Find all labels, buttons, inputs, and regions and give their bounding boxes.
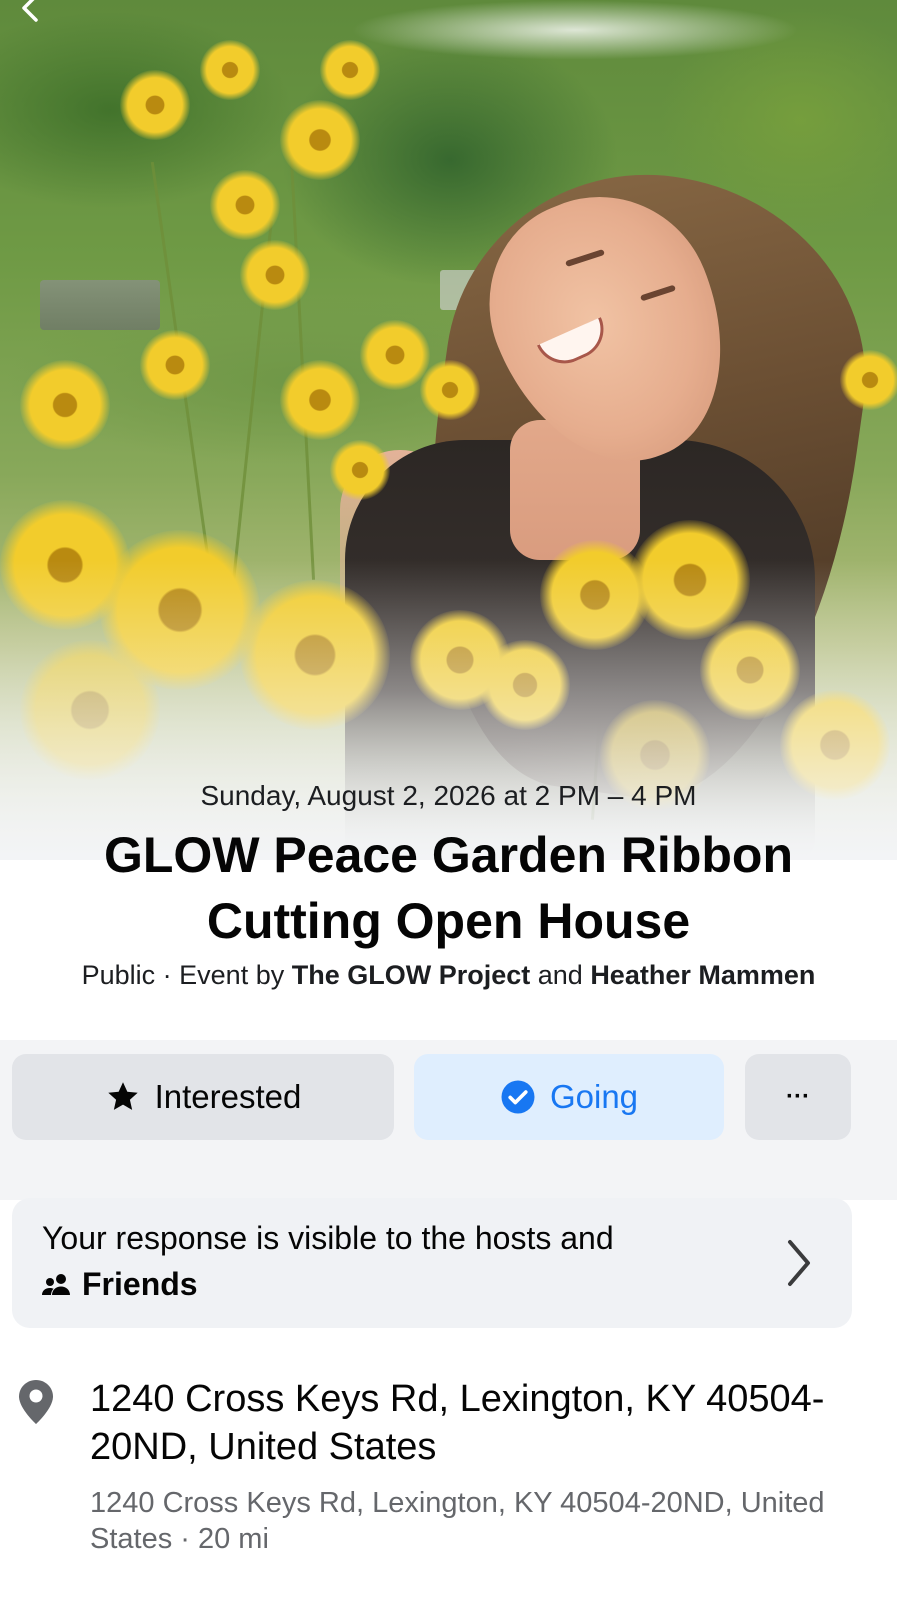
event-privacy: Public <box>81 960 156 990</box>
more-options-button[interactable]: ··· <box>745 1054 851 1140</box>
event-by-label: Event by <box>179 960 292 990</box>
friends-icon <box>42 1273 70 1295</box>
event-header: Sunday, August 2, 2026 at 2 PM – 4 PM GL… <box>0 780 897 991</box>
location-detail: 1240 Cross Keys Rd, Lexington, KY 40504-… <box>90 1487 825 1555</box>
chevron-right-icon <box>788 1240 810 1286</box>
meta-separator: · <box>155 960 180 990</box>
response-visibility-card[interactable]: Your response is visible to the hosts an… <box>12 1198 852 1328</box>
event-meta: Public · Event by The GLOW Project and H… <box>0 960 897 991</box>
cover-photo <box>0 0 897 860</box>
host-link-glow-project[interactable]: The GLOW Project <box>292 960 531 990</box>
event-page: Sunday, August 2, 2026 at 2 PM – 4 PM GL… <box>0 0 897 1599</box>
pin-icon <box>19 1380 53 1424</box>
visibility-audience: Friends <box>42 1266 198 1303</box>
event-title: GLOW Peace Garden Ribbon Cutting Open Ho… <box>104 827 793 949</box>
going-label: Going <box>549 1078 639 1115</box>
going-button[interactable]: Going <box>414 1054 724 1140</box>
audience-label: Friends <box>82 1266 198 1302</box>
chevron-left-icon[interactable] <box>18 0 46 22</box>
visibility-text: Your response is visible to the hosts an… <box>42 1220 614 1256</box>
location-address: 1240 Cross Keys Rd, Lexington, KY 40504-… <box>90 1378 825 1468</box>
action-bar: Interested Going ··· <box>0 1040 897 1200</box>
star-icon <box>107 1082 138 1110</box>
interested-button[interactable]: Interested <box>12 1054 394 1140</box>
check-circle-icon <box>501 1080 535 1114</box>
more-icon: ··· <box>786 1083 810 1110</box>
interested-label: Interested <box>154 1078 302 1115</box>
host-link-heather-mammen[interactable]: Heather Mammen <box>590 960 815 990</box>
event-date-time: Sunday, August 2, 2026 at 2 PM – 4 PM <box>200 780 697 811</box>
and-label: and <box>530 960 591 990</box>
